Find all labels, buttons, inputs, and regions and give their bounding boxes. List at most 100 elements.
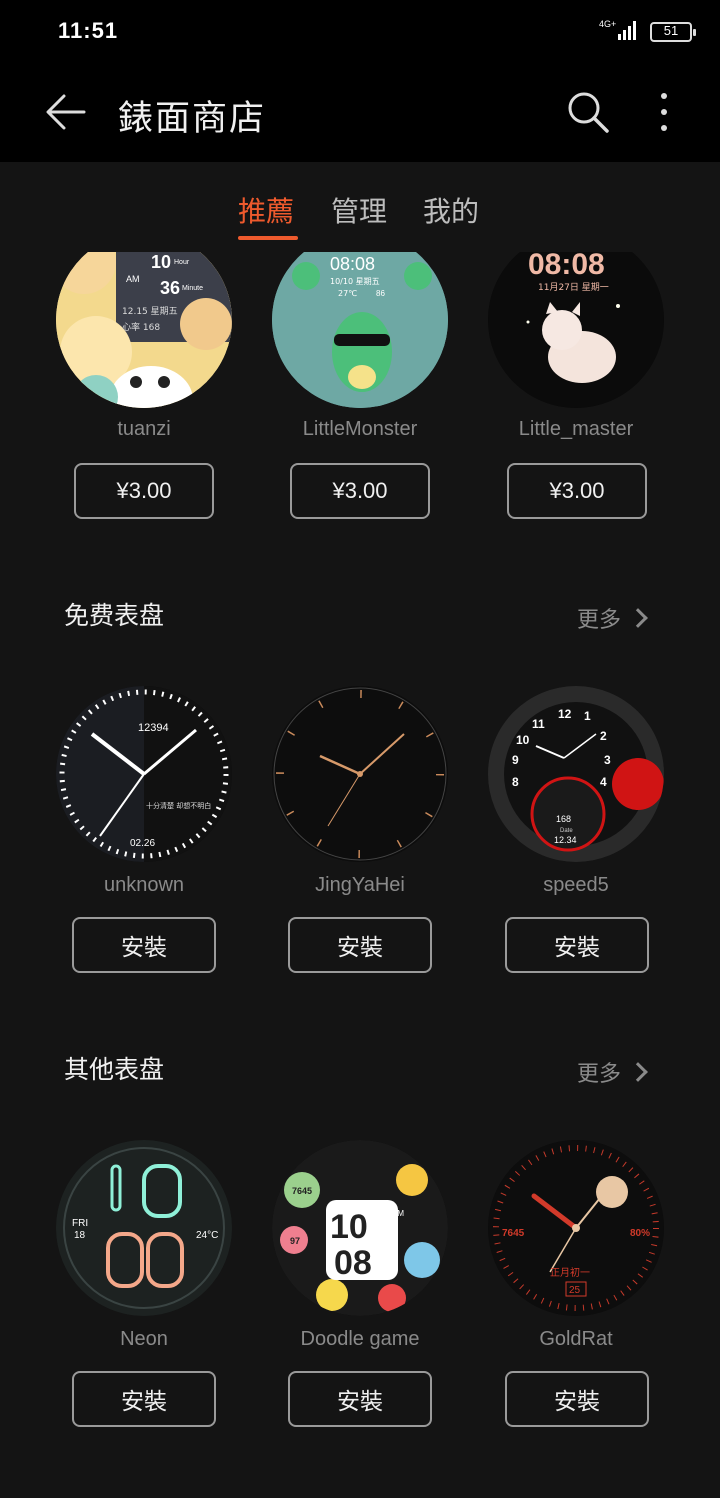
doodle-minute: 08 [334,1244,372,1282]
back-arrow-icon[interactable] [44,90,88,134]
watch-face-unknown[interactable]: 12394 十分清楚 却想不明白 02.26 [56,686,232,862]
face-name-neon: Neon [120,1328,168,1350]
tab-manage[interactable]: 管理 [331,190,387,230]
watch-face-jingyahei[interactable] [272,686,448,862]
little-master-face-art: 08:08 11月27日 星期一 [488,252,664,408]
install-button-neon[interactable]: 安裝 [72,1371,216,1427]
goldrat-steps: 7645 [502,1228,525,1239]
tuanzi-hour: 10 [151,252,171,272]
goldrat-lunar-date: 正月初一 [550,1266,590,1279]
little-master-date: 11月27日 星期一 [538,282,609,293]
more-options-icon[interactable] [652,88,676,136]
section-title-free: 免费表盘 [64,601,165,630]
install-button-unknown[interactable]: 安裝 [72,917,216,973]
page-title: 錶面商店 [118,99,267,139]
face-name-unknown: unknown [103,874,185,896]
buy-button-little-master[interactable]: ¥3.00 [507,463,647,519]
speed5-num-12: 12 [558,707,572,721]
featured-row: 10 Hour 36 Minute AM 12.15 星期五 心率 168 08… [0,252,720,532]
network-label: 4G+ [599,19,616,29]
status-bar: 11:51 4G+ 51 [0,0,720,64]
tuanzi-minute-label: Minute [182,285,203,292]
face-name-goldrat: GoldRat [539,1328,613,1350]
unknown-date: 02.26 [130,838,155,849]
goldrat-battery: 80% [630,1228,650,1239]
tab-mine[interactable]: 我的 [423,190,479,230]
speed5-num-10: 10 [516,733,530,747]
tuanzi-ampm: AM [126,274,140,284]
speed5-date-label: Date [560,828,573,834]
watch-face-neon[interactable]: FRI 18 24°C [56,1140,232,1316]
littlemonster-temp: 27℃ [338,289,357,298]
speed5-face-art: 11 12 1 2 3 4 8 9 10 168 Date 12.34 [488,686,664,862]
doodle-ampm: AM [392,1209,404,1218]
watch-face-doodle-game[interactable]: 10 08 AM 7645 97 [272,1140,448,1316]
little-master-time: 08:08 [528,252,605,281]
unknown-face-art: 12394 十分清楚 却想不明白 02.26 [56,686,232,862]
tuanzi-hour-label: Hour [174,259,190,266]
face-name-jingyahei: JingYaHei [315,874,405,896]
speed5-date: 12.34 [554,835,577,845]
littlemonster-heart: 86 [376,289,385,298]
goldrat-face-art: 7645 80% 正月初一 25 [488,1140,664,1316]
speed5-heart: 168 [556,814,571,824]
buy-button-littlemonster[interactable]: ¥3.00 [290,463,430,519]
doodle-steps: 7645 [292,1186,312,1196]
tuanzi-face-art: 10 Hour 36 Minute AM 12.15 星期五 心率 168 [56,252,232,408]
more-link-free[interactable]: 更多 [577,602,648,634]
chevron-right-icon [628,1062,648,1082]
signal-icon: 4G+ [599,19,636,40]
face-name-little-master: Little_master [518,418,634,440]
install-button-goldrat[interactable]: 安裝 [505,1371,649,1427]
neon-temp: 24°C [196,1230,218,1241]
face-name-speed5: speed5 [543,874,609,896]
doodle-hour: 10 [330,1208,368,1246]
watch-face-tuanzi[interactable]: 10 Hour 36 Minute AM 12.15 星期五 心率 168 [56,252,232,408]
battery-level: 51 [663,23,679,38]
doodle-heart: 97 [290,1236,300,1246]
doodle-game-face-art: 10 08 AM 7645 97 [272,1140,448,1316]
speed5-num-2: 2 [600,729,607,743]
watch-face-little-master[interactable]: 08:08 11月27日 星期一 [488,252,664,408]
speed5-num-8: 8 [512,775,519,789]
battery-icon: 51 [650,22,696,42]
more-link-free-label: 更多 [577,608,622,633]
watch-face-littlemonster[interactable]: 08:08 10/10 星期五 27℃ 86 [272,252,448,408]
speed5-num-1: 1 [584,709,591,723]
app-bar: 錶面商店 [0,64,720,162]
speed5-num-11: 11 [532,717,545,731]
littlemonster-face-art: 08:08 10/10 星期五 27℃ 86 [272,252,448,408]
littlemonster-date: 10/10 星期五 [330,277,380,286]
goldrat-day: 25 [569,1285,581,1296]
tuanzi-heart: 心率 168 [122,321,160,333]
speed5-num-4: 4 [600,775,607,789]
chevron-right-icon [628,608,648,628]
jingyahei-face-art [272,686,448,862]
face-name-doodle-game: Doodle game [300,1328,420,1350]
littlemonster-time: 08:08 [330,254,375,274]
tab-recommended[interactable]: 推薦 [238,190,294,230]
speed5-num-9: 9 [512,753,519,767]
watch-face-goldrat[interactable]: 7645 80% 正月初一 25 [488,1140,664,1316]
buy-button-tuanzi[interactable]: ¥3.00 [74,463,214,519]
watch-face-speed5[interactable]: 11 12 1 2 3 4 8 9 10 168 Date 12.34 [488,686,664,862]
more-link-other-label: 更多 [577,1062,622,1087]
face-name-littlemonster: LittleMonster [302,418,418,440]
tuanzi-minute: 36 [160,278,180,298]
status-time: 11:51 [58,18,119,43]
install-button-doodle-game[interactable]: 安裝 [288,1371,432,1427]
tab-bar: 推薦 管理 我的 [0,162,720,252]
install-button-jingyahei[interactable]: 安裝 [288,917,432,973]
unknown-quote: 十分清楚 却想不明白 [146,801,211,810]
unknown-steps: 12394 [138,722,169,734]
neon-face-art: FRI 18 24°C [56,1140,232,1316]
more-link-other[interactable]: 更多 [577,1056,648,1088]
speed5-num-3: 3 [604,753,611,767]
neon-date: 18 [74,1230,86,1241]
tab-indicator [238,236,298,240]
face-name-tuanzi: tuanzi [117,418,171,440]
tuanzi-date: 12.15 星期五 [122,306,178,317]
install-button-speed5[interactable]: 安裝 [505,917,649,973]
search-icon[interactable] [564,88,612,136]
neon-day: FRI [72,1218,88,1229]
